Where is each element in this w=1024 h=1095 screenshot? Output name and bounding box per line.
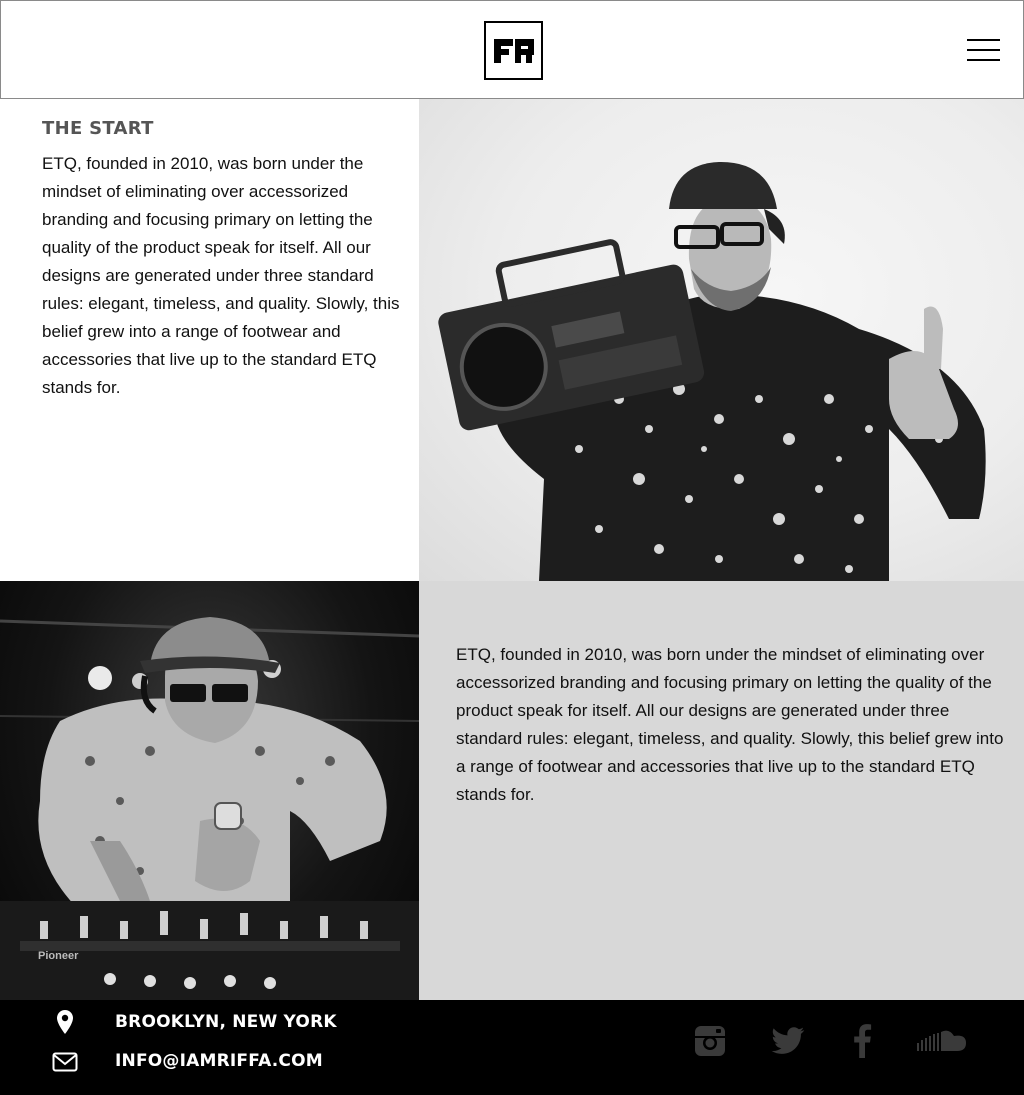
section-body-text: ETQ, founded in 2010, was born under the…	[456, 645, 1004, 804]
about-second-panel: ETQ, founded in 2010, was born under the…	[419, 581, 1024, 1000]
map-pin-icon	[50, 1009, 80, 1035]
site-logo[interactable]	[484, 21, 543, 80]
man-with-boombox-photo	[419, 99, 1024, 581]
section-title: THE START	[42, 118, 154, 139]
facebook-icon[interactable]	[848, 1022, 876, 1060]
logo-mark-icon	[493, 38, 534, 63]
dj-at-mixer-photo: Pioneer	[0, 581, 419, 1000]
soundcloud-icon[interactable]	[916, 1022, 968, 1060]
about-start-block: THE START ETQ, founded in 2010, was born…	[42, 118, 402, 402]
section-body-text: ETQ, founded in 2010, was born under the…	[42, 154, 400, 397]
instagram-icon[interactable]	[693, 1022, 727, 1060]
footer-email-link[interactable]: INFO@IAMRIFFA.COM	[115, 1051, 323, 1071]
site-header	[0, 0, 1024, 99]
hamburger-menu-icon[interactable]	[967, 39, 1001, 61]
site-footer: BROOKLYN, NEW YORK INFO@IAMRIFFA.COM	[0, 1000, 1024, 1095]
svg-text:Pioneer: Pioneer	[38, 950, 79, 962]
footer-location: BROOKLYN, NEW YORK	[115, 1012, 337, 1032]
envelope-icon	[50, 1049, 80, 1075]
twitter-icon[interactable]	[770, 1022, 806, 1060]
